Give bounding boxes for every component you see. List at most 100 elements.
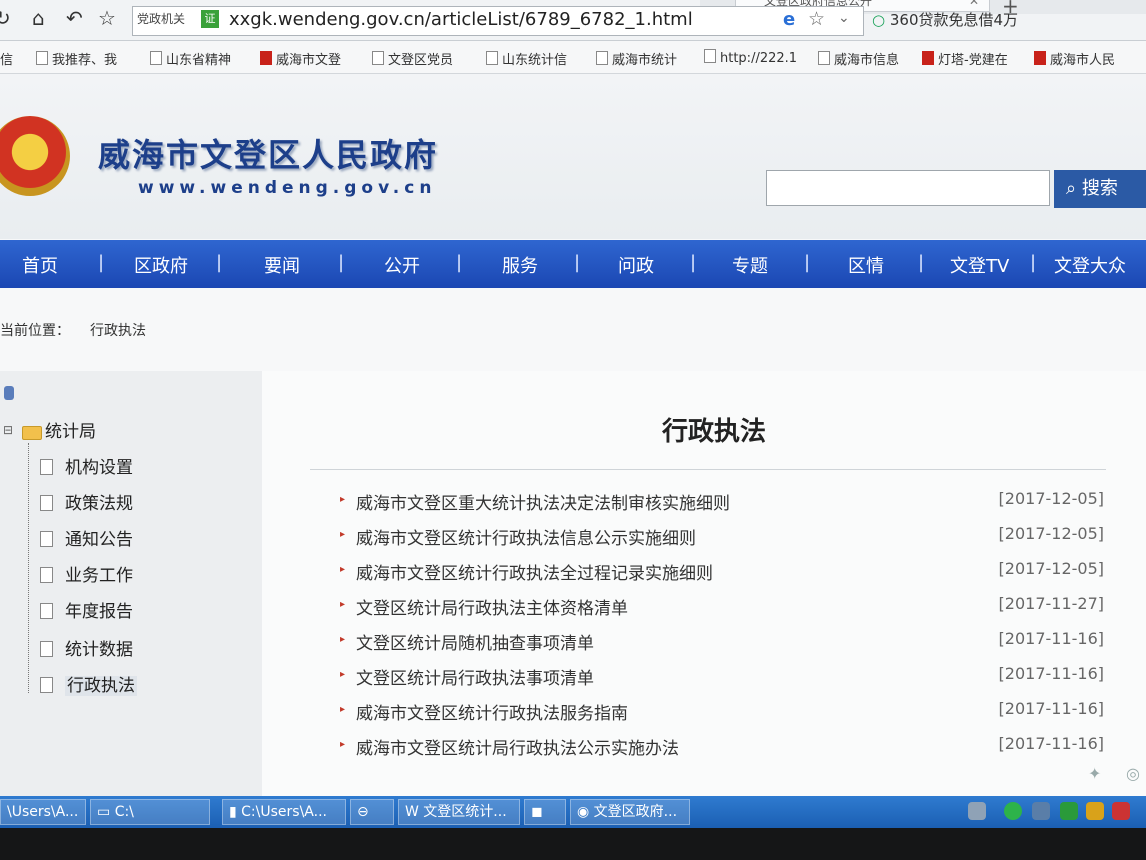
document-icon — [40, 603, 53, 619]
bookmark-item[interactable]: 威海市文登 — [260, 49, 341, 68]
article-title[interactable]: 威海市文登区统计行政执法信息公示实施细则 — [356, 524, 696, 549]
bullet-icon: ▸ — [340, 739, 346, 750]
share-icon[interactable]: ◎ — [1126, 764, 1140, 783]
drive-icon: ▭ — [97, 804, 115, 820]
bookmark-item[interactable]: 灯塔-党建在 — [922, 49, 1008, 68]
nav-district-info[interactable]: 区情 — [848, 252, 884, 278]
taskbar-item-word[interactable]: W 文登区统计... — [398, 799, 520, 825]
keyboard-icon[interactable] — [968, 802, 986, 820]
browser-icon: ◉ — [577, 804, 594, 820]
ie-icon: ⊖ — [357, 804, 369, 820]
sidebar-item-organization[interactable]: 机构设置 — [28, 453, 133, 478]
bullet-icon: ▸ — [340, 529, 346, 540]
antivirus-icon[interactable] — [1112, 802, 1130, 820]
article-title[interactable]: 威海市文登区统计局行政执法公示实施办法 — [356, 734, 679, 759]
search-icon: ○ — [872, 11, 886, 29]
collapse-icon[interactable]: ⊟ — [3, 423, 13, 437]
ie-mode-icon[interactable]: e — [783, 9, 795, 30]
list-item[interactable]: ▸ 威海市文登区统计局行政执法公示实施办法 [2017-11-16] — [340, 734, 1140, 760]
nav-services[interactable]: 服务 — [502, 252, 538, 278]
bookmark-item[interactable]: 山东省精神 — [150, 49, 231, 68]
sidebar-item-policies[interactable]: 政策法规 — [28, 489, 133, 514]
bookmark-item[interactable]: 山东统计信 — [486, 49, 567, 68]
word-icon: W — [405, 804, 424, 820]
tree-root-label[interactable]: 统计局 — [45, 417, 96, 442]
monitor-bezel — [0, 828, 1146, 860]
sidebar-item-annual-report[interactable]: 年度报告 — [28, 597, 133, 622]
network-icon[interactable] — [1032, 802, 1050, 820]
taskbar: \Users\A... ▭ C:\ ▮ C:\Users\A... ⊖ W 文登… — [0, 796, 1146, 828]
nav-separator: | — [456, 252, 463, 273]
article-date: [2017-12-05] — [998, 524, 1104, 543]
taskbar-item-app[interactable]: ◼ — [524, 799, 566, 825]
nav-inquiry[interactable]: 问政 — [618, 252, 654, 278]
bookmark-item[interactable]: http://222.1 — [704, 49, 797, 66]
sidebar-item-statistics[interactable]: 统计数据 — [28, 635, 133, 660]
article-title[interactable]: 文登区统计局行政执法事项清单 — [356, 664, 594, 689]
article-title[interactable]: 威海市文登区统计行政执法全过程记录实施细则 — [356, 559, 713, 584]
nav-disclosure[interactable]: 公开 — [384, 252, 420, 278]
taskbar-item-browser[interactable]: ◉ 文登区政府... — [570, 799, 690, 825]
sidebar-item-business[interactable]: 业务工作 — [28, 561, 133, 586]
browser-toolbar: 文登区政府信息公开 ✕ + ↻ ⌂ ↶ ☆ 党政机关 证 xxgk.wendeng… — [0, 0, 1146, 41]
taskbar-item-explorer[interactable]: \Users\A... — [0, 799, 86, 825]
list-item[interactable]: ▸ 威海市文登区统计行政执法信息公示实施细则 [2017-12-05] — [340, 524, 1140, 550]
document-icon — [40, 459, 53, 475]
pin-icon[interactable]: ✦ — [1088, 764, 1101, 783]
bookmark-item[interactable]: 威海市统计 — [596, 49, 677, 68]
nav-topics[interactable]: 专题 — [732, 252, 768, 278]
url-text[interactable]: xxgk.wendeng.gov.cn/articleList/6789_678… — [229, 9, 693, 30]
bookmarks-bar: 信 我推荐、我 山东省精神 威海市文登 文登区党员 山东统计信 威海市统计 ht… — [0, 41, 1146, 74]
article-date: [2017-11-16] — [998, 664, 1104, 683]
site-url: www.wendeng.gov.cn — [138, 178, 437, 198]
divider — [310, 469, 1106, 470]
list-item[interactable]: ▸ 文登区统计局行政执法事项清单 [2017-11-16] — [340, 664, 1140, 690]
site-title[interactable]: 威海市文登区人民政府 — [98, 130, 438, 176]
sidebar-item-notices[interactable]: 通知公告 — [28, 525, 133, 550]
nav-home[interactable]: 首页 — [22, 252, 58, 278]
article-date: [2017-11-27] — [998, 594, 1104, 613]
nav-wendeng-public[interactable]: 文登大众 — [1054, 252, 1126, 278]
site-search-input[interactable] — [766, 170, 1050, 206]
list-item[interactable]: ▸ 威海市文登区重大统计执法决定法制审核实施细则 [2017-12-05] — [340, 489, 1140, 515]
bookmark-item[interactable]: 信 — [0, 49, 13, 68]
reload-icon[interactable]: ↻ — [0, 6, 11, 30]
taskbar-item-drive[interactable]: ▭ C:\ — [90, 799, 210, 825]
home-icon[interactable]: ⌂ — [32, 6, 45, 30]
shield-icon[interactable] — [1086, 802, 1104, 820]
bookmark-item[interactable]: 威海市人民 — [1034, 49, 1115, 68]
article-title[interactable]: 威海市文登区重大统计执法决定法制审核实施细则 — [356, 489, 730, 514]
article-date: [2017-12-05] — [998, 559, 1104, 578]
list-item[interactable]: ▸ 文登区统计局随机抽查事项清单 [2017-11-16] — [340, 629, 1140, 655]
list-item[interactable]: ▸ 威海市文登区统计行政执法服务指南 [2017-11-16] — [340, 699, 1140, 725]
bookmark-item[interactable]: 威海市信息 — [818, 49, 899, 68]
bookmark-star-icon[interactable]: ☆ — [808, 8, 825, 30]
nav-separator: | — [804, 252, 811, 273]
bookmark-item[interactable]: 我推荐、我 — [36, 49, 117, 68]
breadcrumb-current[interactable]: 行政执法 — [90, 323, 146, 339]
ad-search-text: 360贷款免息借4万 — [889, 11, 1019, 29]
bookmark-item[interactable]: 文登区党员 — [372, 49, 453, 68]
party-emblem-icon — [260, 51, 272, 65]
article-title[interactable]: 威海市文登区统计行政执法服务指南 — [356, 699, 628, 724]
list-item[interactable]: ▸ 文登区统计局行政执法主体资格清单 [2017-11-27] — [340, 594, 1140, 620]
address-bar[interactable]: 党政机关 证 xxgk.wendeng.gov.cn/articleList/6… — [132, 6, 864, 36]
article-title[interactable]: 文登区统计局行政执法主体资格清单 — [356, 594, 628, 619]
article-title[interactable]: 文登区统计局随机抽查事项清单 — [356, 629, 594, 654]
undo-icon[interactable]: ↶ — [66, 6, 83, 30]
nav-wendeng-tv[interactable]: 文登TV — [950, 252, 1009, 278]
favorite-star-icon[interactable]: ☆ — [98, 6, 116, 30]
nav-district-government[interactable]: 区政府 — [134, 252, 188, 278]
taskbar-item-ie[interactable]: ⊖ — [350, 799, 394, 825]
sidebar-item-enforcement[interactable]: 行政执法 — [28, 671, 137, 696]
nav-news[interactable]: 要闻 — [264, 252, 300, 278]
chevron-down-icon[interactable]: ⌄ — [838, 10, 850, 26]
list-item[interactable]: ▸ 威海市文登区统计行政执法全过程记录实施细则 [2017-12-05] — [340, 559, 1140, 585]
wechat-icon[interactable] — [1060, 802, 1078, 820]
taskbar-item-folder[interactable]: ▮ C:\Users\A... — [222, 799, 346, 825]
search-button[interactable]: ⌕ 搜索 — [1054, 170, 1146, 208]
nav-separator: | — [216, 252, 223, 273]
play-icon[interactable] — [1004, 802, 1022, 820]
toolbar-search-suggestion[interactable]: ○ 360贷款免息借4万 — [866, 6, 1146, 34]
certificate-icon[interactable]: 证 — [201, 10, 219, 28]
